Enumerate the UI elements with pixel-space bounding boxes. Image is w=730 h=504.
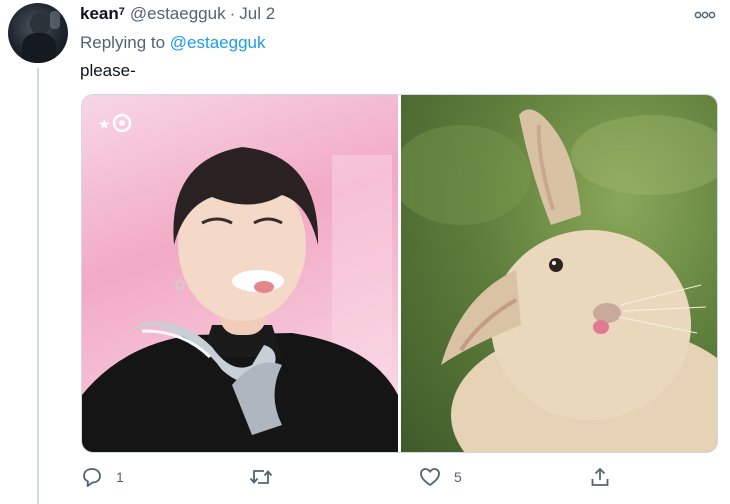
- heart-icon: [420, 468, 440, 486]
- avatar[interactable]: [8, 3, 68, 63]
- retweet-button[interactable]: [248, 460, 286, 494]
- like-count: 5: [454, 469, 462, 485]
- share-button[interactable]: [588, 460, 612, 494]
- name-superscript: 7: [118, 6, 125, 18]
- reply-button[interactable]: 1: [80, 460, 124, 494]
- retweet-icon: [249, 470, 273, 484]
- replying-mention-link[interactable]: @estaegguk: [170, 33, 266, 52]
- media-image-left[interactable]: ★: [82, 95, 398, 452]
- person-trophy-illustration: ★: [82, 113, 398, 452]
- reply-bubble-icon: [83, 468, 101, 487]
- tweet-actions: 1 5: [80, 460, 640, 494]
- avatar-figure-head: [30, 13, 50, 35]
- tweet-date[interactable]: Jul 2: [239, 4, 275, 24]
- thread-line: [37, 68, 39, 504]
- display-name[interactable]: kean: [80, 4, 119, 24]
- tweet-text: please-: [80, 61, 136, 80]
- like-button[interactable]: 5: [418, 460, 462, 494]
- replying-prefix: Replying to: [80, 33, 166, 52]
- media-image-right[interactable]: [401, 95, 717, 452]
- share-upload-icon: [591, 467, 609, 486]
- replying-to-line: Replying to @estaegguk: [80, 33, 266, 53]
- more-dots-icon: [694, 11, 716, 19]
- avatar-figure-body: [22, 33, 56, 63]
- separator-dot: ·: [229, 4, 236, 23]
- user-handle[interactable]: @estaegguk: [130, 4, 226, 24]
- media-grid: ★: [81, 94, 718, 453]
- avatar-highlight: [50, 11, 60, 29]
- more-options-button[interactable]: [690, 6, 720, 24]
- tweet-header: kean 7 @estaegguk · Jul 2: [80, 4, 275, 28]
- reply-count: 1: [116, 469, 124, 485]
- svg-text:★: ★: [98, 117, 111, 133]
- rabbit-illustration: [401, 109, 717, 452]
